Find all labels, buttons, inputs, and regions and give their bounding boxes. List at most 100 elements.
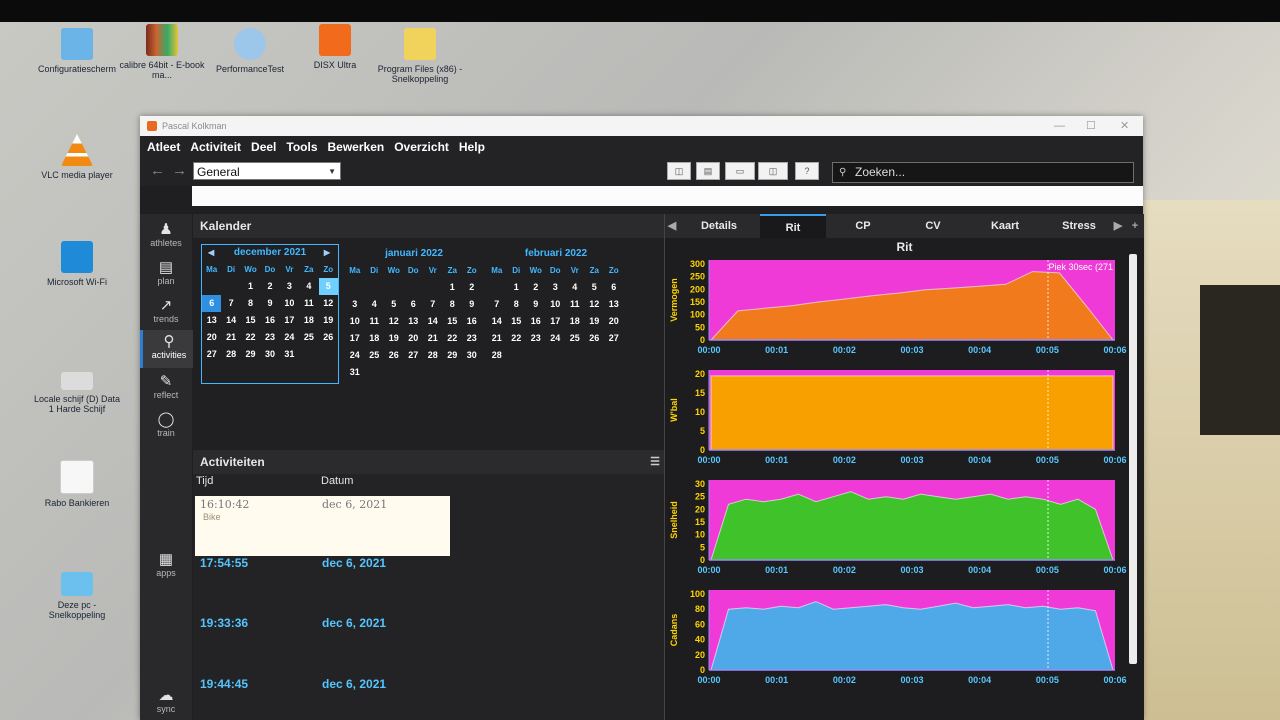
- desktop-icon-vlc[interactable]: VLC media player: [32, 134, 122, 180]
- calendar-day[interactable]: 8: [241, 295, 260, 312]
- tabs-scroll-right-icon[interactable]: ▶: [1111, 214, 1125, 238]
- calendar-day[interactable]: 6: [604, 279, 624, 296]
- desktop-icon-microsoft-wifi[interactable]: Microsoft Wi-Fi: [32, 241, 122, 287]
- calendar-day[interactable]: 8: [507, 296, 527, 313]
- calendar-day[interactable]: 29: [443, 347, 463, 364]
- calendar-day[interactable]: 21: [487, 330, 507, 347]
- calendar-day[interactable]: 22: [241, 329, 260, 346]
- calendar-day[interactable]: 13: [604, 296, 624, 313]
- calendar-day[interactable]: 2: [526, 279, 546, 296]
- calendar-day[interactable]: 10: [345, 313, 365, 330]
- calendar-day[interactable]: 31: [280, 346, 299, 363]
- layout-tabs-button[interactable]: ▭: [725, 162, 755, 180]
- sidebar-item-plan[interactable]: ▤ plan: [140, 258, 192, 286]
- calendar-day[interactable]: 9: [526, 296, 546, 313]
- calendar-day[interactable]: 25: [299, 329, 318, 346]
- sidebar-item-sync[interactable]: ☁ sync: [140, 686, 192, 714]
- desktop-icon-performancetest[interactable]: PerformanceTest: [205, 28, 295, 74]
- calendar-day[interactable]: 22: [443, 330, 463, 347]
- tab-kaart[interactable]: Kaart: [973, 214, 1037, 238]
- calendar-day[interactable]: 22: [507, 330, 527, 347]
- add-tab-icon[interactable]: +: [1128, 214, 1142, 238]
- calendar-day[interactable]: 7: [487, 296, 507, 313]
- calendar-day[interactable]: 24: [280, 329, 299, 346]
- calendar-day[interactable]: 1: [507, 279, 527, 296]
- calendar-day[interactable]: 30: [260, 346, 279, 363]
- sidebar-item-reflect[interactable]: ✎ reflect: [140, 372, 192, 400]
- calendar-day[interactable]: 23: [260, 329, 279, 346]
- calendar-day[interactable]: 27: [202, 346, 221, 363]
- calendar-day[interactable]: 28: [221, 346, 240, 363]
- calendar-day[interactable]: 13: [202, 312, 221, 329]
- calendar-day[interactable]: 15: [241, 312, 260, 329]
- menu-atleet[interactable]: Atleet: [147, 140, 180, 154]
- calendar-day[interactable]: 30: [462, 347, 482, 364]
- calendar-day[interactable]: 15: [443, 313, 463, 330]
- calendar-day[interactable]: 14: [423, 313, 443, 330]
- tab-stress[interactable]: Stress: [1047, 214, 1111, 238]
- calendar-day[interactable]: 3: [345, 296, 365, 313]
- calendar-day[interactable]: 27: [604, 330, 624, 347]
- menu-tools[interactable]: Tools: [286, 140, 317, 154]
- calendar-day[interactable]: 6: [202, 295, 222, 312]
- back-arrow-icon[interactable]: ←: [150, 162, 165, 179]
- sidebar-item-athletes[interactable]: ♟ athletes: [140, 220, 192, 248]
- calendar-day[interactable]: 11: [299, 295, 318, 312]
- calendar-day[interactable]: 26: [585, 330, 605, 347]
- desktop-icon-deze-pc[interactable]: Deze pc - Snelkoppeling: [32, 572, 122, 620]
- desktop-icon-calibre[interactable]: calibre 64bit - E-book ma...: [117, 24, 207, 80]
- calendar-day[interactable]: 17: [345, 330, 365, 347]
- minimize-icon[interactable]: —: [1054, 116, 1065, 136]
- tab-cp[interactable]: CP: [833, 214, 893, 238]
- calendar-day[interactable]: 23: [526, 330, 546, 347]
- calendar-day[interactable]: 6: [404, 296, 424, 313]
- activity-row[interactable]: 17:54:55 dec 6, 2021: [200, 556, 386, 570]
- calendar-day[interactable]: 3: [546, 279, 566, 296]
- calendar-day[interactable]: 18: [365, 330, 385, 347]
- calendar-day[interactable]: 18: [565, 313, 585, 330]
- calendar-day[interactable]: 14: [487, 313, 507, 330]
- calendar-day[interactable]: 18: [299, 312, 318, 329]
- calendar-day[interactable]: 13: [404, 313, 424, 330]
- calendar-day[interactable]: 21: [221, 329, 240, 346]
- calendar-day[interactable]: 12: [384, 313, 404, 330]
- search-input[interactable]: ⚲ Zoeken...: [832, 162, 1134, 183]
- desktop-icon-program-files[interactable]: Program Files (x86) - Snelkoppeling: [375, 28, 465, 84]
- calendar-day[interactable]: 7: [221, 295, 240, 312]
- calendar-day[interactable]: 28: [423, 347, 443, 364]
- selected-activity-card[interactable]: 16:10:42 dec 6, 2021 Bike: [195, 496, 450, 556]
- calendar-day[interactable]: 19: [384, 330, 404, 347]
- calendar-day[interactable]: 1: [241, 278, 260, 295]
- calendar-day[interactable]: 14: [221, 312, 240, 329]
- tab-details[interactable]: Details: [687, 214, 751, 238]
- workspace-select[interactable]: General ▼: [193, 162, 341, 180]
- calendar-day[interactable]: 25: [565, 330, 585, 347]
- calendar-day[interactable]: 24: [546, 330, 566, 347]
- activity-row[interactable]: 19:33:36 dec 6, 2021: [200, 616, 386, 630]
- calendar-day[interactable]: 20: [404, 330, 424, 347]
- calendar-day[interactable]: 8: [443, 296, 463, 313]
- desktop-icon-configuratiescherm[interactable]: Configuratiescherm: [32, 28, 122, 74]
- calendar-day[interactable]: 17: [280, 312, 299, 329]
- sidebar-item-train[interactable]: ◯ train: [140, 410, 192, 438]
- calendar-day[interactable]: 2: [260, 278, 279, 295]
- calendar-day[interactable]: 20: [604, 313, 624, 330]
- calendar-day[interactable]: 16: [526, 313, 546, 330]
- tab-rit[interactable]: Rit: [760, 214, 826, 238]
- calendar-day[interactable]: 10: [280, 295, 299, 312]
- prev-month-icon[interactable]: ◀: [208, 245, 214, 261]
- column-tijd[interactable]: Tijd: [196, 474, 321, 488]
- calendar-day[interactable]: 17: [546, 313, 566, 330]
- calendar-day[interactable]: 12: [585, 296, 605, 313]
- tabs-scroll-left-icon[interactable]: ◀: [665, 214, 679, 238]
- calendar-day[interactable]: 9: [462, 296, 482, 313]
- next-month-icon[interactable]: ▶: [324, 245, 330, 261]
- calendar-day[interactable]: 10: [546, 296, 566, 313]
- tab-cv[interactable]: CV: [903, 214, 963, 238]
- desktop-icon-locale-schijf[interactable]: Locale schijf (D) Data 1 Harde Schijf: [32, 362, 122, 414]
- calendar-day[interactable]: 15: [507, 313, 527, 330]
- calendar-day[interactable]: 4: [365, 296, 385, 313]
- panel-menu-icon[interactable]: ☰: [650, 450, 660, 474]
- calendar-day[interactable]: 11: [565, 296, 585, 313]
- layout-tiles-button[interactable]: ◫: [758, 162, 788, 180]
